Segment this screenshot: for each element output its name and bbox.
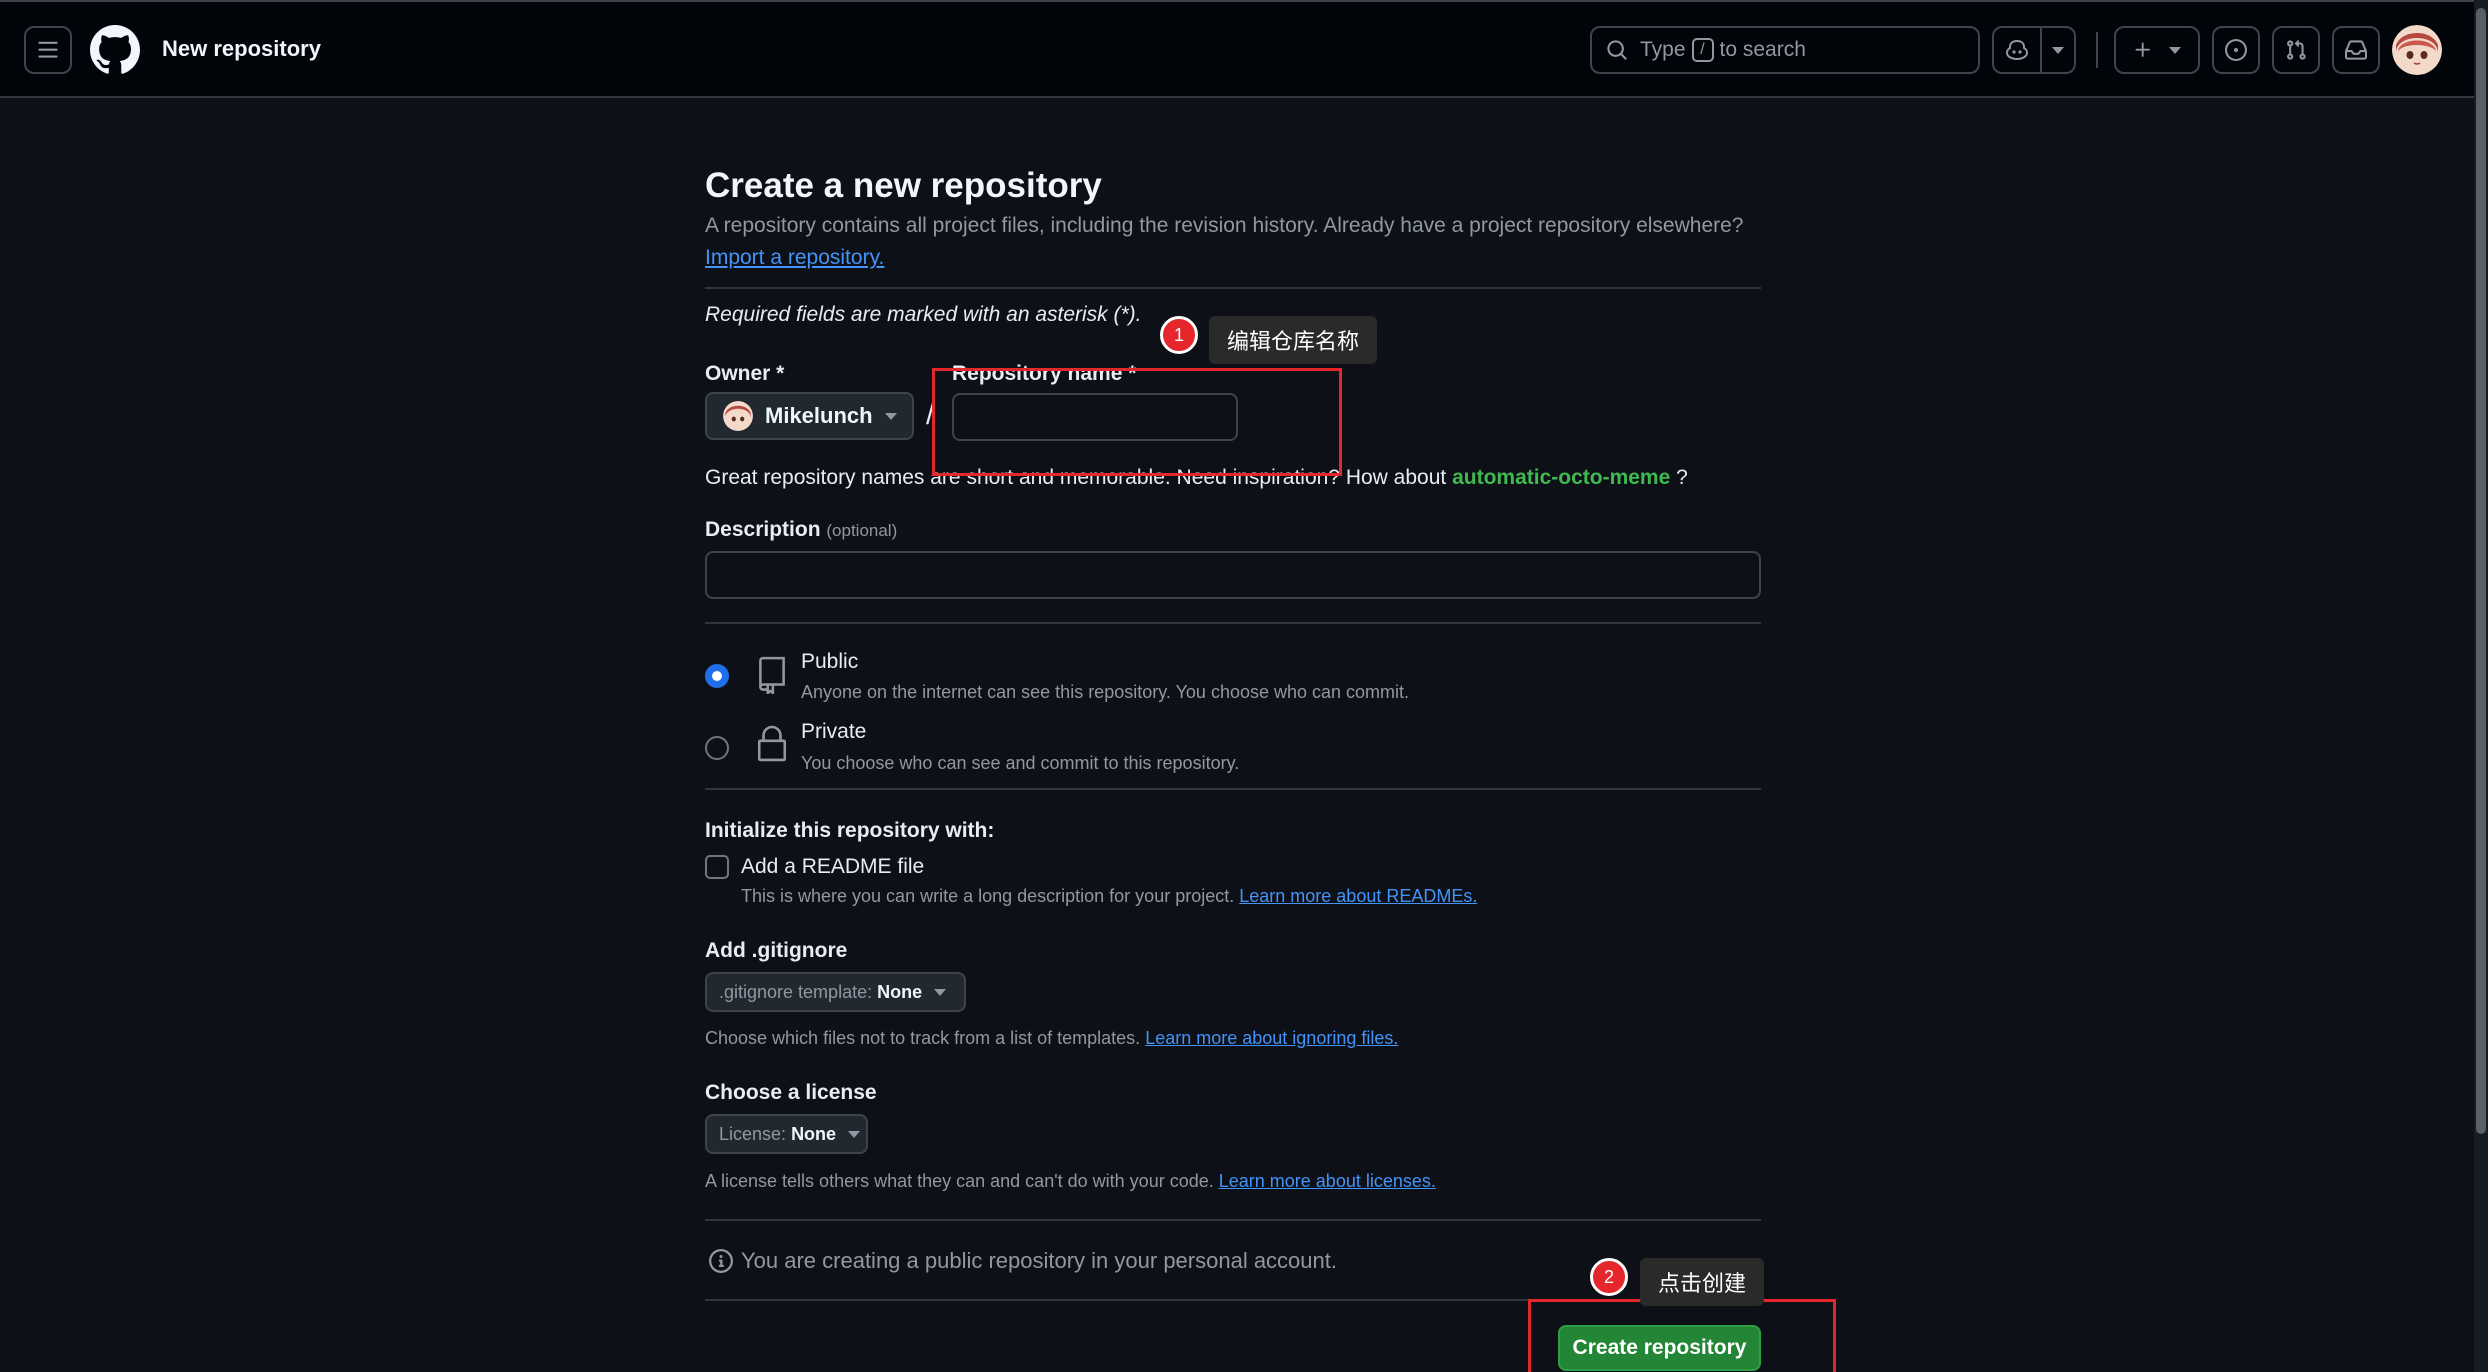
license-help: A license tells others what they can and… (705, 1171, 1436, 1192)
private-title: Private (801, 720, 867, 743)
owner-value: Mikelunch (765, 403, 873, 428)
search-shortcut-key: / (1691, 38, 1714, 62)
search-prefix: Type (1640, 38, 1686, 61)
license-prefix: License: (719, 1123, 787, 1144)
public-radio[interactable] (705, 664, 729, 688)
global-header: New repository Type / to search (0, 0, 2474, 98)
required-fields-note: Required fields are marked with an aster… (705, 303, 1142, 326)
gitignore-template-select[interactable]: .gitignore template: None (705, 972, 966, 1012)
description-input[interactable] (705, 551, 1761, 599)
gitignore-label: Add .gitignore (705, 939, 848, 962)
chevron-down-icon (884, 412, 897, 420)
visibility-public-option[interactable]: Public Anyone on the internet can see th… (705, 650, 1761, 710)
import-repository-link[interactable]: Import a repository. (705, 246, 884, 270)
private-radio[interactable] (705, 736, 729, 760)
annotation-box-repo-name (932, 368, 1342, 476)
license-value: None (791, 1123, 837, 1144)
suggested-repo-name[interactable]: automatic-octo-meme (1452, 466, 1670, 489)
anime-avatar-icon (2392, 25, 2442, 75)
copilot-button-group (1992, 26, 2076, 74)
gitignore-value: None (877, 981, 923, 1002)
pull-requests-button[interactable] (2272, 26, 2320, 74)
gitignore-select-text: .gitignore template: None (719, 982, 922, 1003)
notice-text: You are creating a public repository in … (741, 1248, 1337, 1273)
info-icon (709, 1249, 733, 1273)
anime-avatar-icon (723, 401, 753, 431)
public-repo-notice: You are creating a public repository in … (709, 1248, 1337, 1274)
chevron-down-icon (848, 1130, 861, 1138)
search-icon (1607, 40, 1627, 60)
divider (705, 788, 1761, 790)
page-heading: Create a new repository (705, 166, 1102, 205)
github-logo-icon[interactable] (90, 25, 140, 75)
issue-opened-icon (2225, 39, 2247, 61)
gitignore-prefix: .gitignore template: (719, 981, 873, 1002)
user-avatar[interactable] (2392, 25, 2442, 75)
header-divider (2096, 32, 2098, 68)
gitignore-help-text: Choose which files not to track from a l… (705, 1028, 1141, 1048)
page-scrollbar[interactable] (2474, 0, 2488, 1372)
window-top-border (0, 0, 2474, 2)
repo-icon (759, 656, 785, 694)
create-new-button[interactable] (2114, 26, 2200, 74)
inbox-icon (2345, 40, 2367, 60)
public-description: Anyone on the internet can see this repo… (801, 682, 1410, 702)
hamburger-icon (38, 41, 58, 58)
private-description: You choose who can see and commit to thi… (801, 753, 1240, 773)
intro-text: A repository contains all project files,… (705, 214, 1744, 237)
divider (705, 287, 1761, 289)
suggestion-end: ? (1670, 466, 1688, 489)
annotation-tooltip-1: 编辑仓库名称 (1209, 316, 1378, 364)
add-readme-checkbox[interactable] (705, 855, 729, 879)
git-pull-request-icon (2287, 39, 2306, 60)
learn-more-ignoring-files-link[interactable]: Learn more about ignoring files. (1145, 1028, 1398, 1048)
hamburger-menu-button[interactable] (24, 26, 72, 74)
search-input[interactable]: Type / to search (1590, 26, 1980, 74)
license-help-text: A license tells others what they can and… (705, 1171, 1214, 1191)
chevron-down-icon (2169, 46, 2181, 54)
annotation-box-create (1528, 1299, 1836, 1372)
description-label-text: Description (705, 518, 821, 541)
page-title[interactable]: New repository (162, 36, 321, 62)
visibility-private-option[interactable]: Private You choose who can see and commi… (705, 720, 1761, 780)
license-select[interactable]: License: None (705, 1114, 868, 1154)
owner-label: Owner * (705, 362, 785, 385)
search-suffix: to search (1719, 38, 1806, 61)
scrollbar-thumb[interactable] (2476, 8, 2486, 1134)
owner-select[interactable]: Mikelunch (705, 392, 914, 440)
annotation-tooltip-2: 点击创建 (1640, 1258, 1765, 1306)
chevron-down-icon (934, 988, 947, 996)
copilot-dropdown-button[interactable] (2040, 28, 2074, 72)
lock-icon (757, 725, 787, 762)
notifications-button[interactable] (2332, 26, 2380, 74)
chevron-down-icon (2052, 46, 2064, 54)
learn-more-licenses-link[interactable]: Learn more about licenses. (1219, 1171, 1436, 1191)
owner-avatar (723, 401, 753, 431)
annotation-badge-1: 1 (1160, 316, 1198, 354)
plus-icon (2135, 42, 2150, 57)
add-readme-label[interactable]: Add a README file (741, 855, 924, 879)
readme-help-text: This is where you can write a long descr… (741, 886, 1235, 906)
learn-more-readmes-link[interactable]: Learn more about READMEs. (1239, 886, 1477, 906)
description-optional: (optional) (826, 521, 898, 540)
license-label: Choose a license (705, 1081, 877, 1104)
gitignore-help: Choose which files not to track from a l… (705, 1028, 1398, 1049)
public-title: Public (801, 650, 859, 673)
issues-button[interactable] (2212, 26, 2260, 74)
divider (705, 622, 1761, 624)
annotation-badge-2: 2 (1590, 1258, 1628, 1296)
license-select-text: License: None (719, 1124, 836, 1145)
initialize-label: Initialize this repository with: (705, 819, 995, 842)
copilot-button[interactable] (1994, 28, 2040, 72)
copilot-icon (2005, 39, 2029, 61)
readme-help: This is where you can write a long descr… (741, 886, 1477, 907)
divider (705, 1219, 1761, 1221)
description-label: Description (optional) (705, 518, 897, 542)
